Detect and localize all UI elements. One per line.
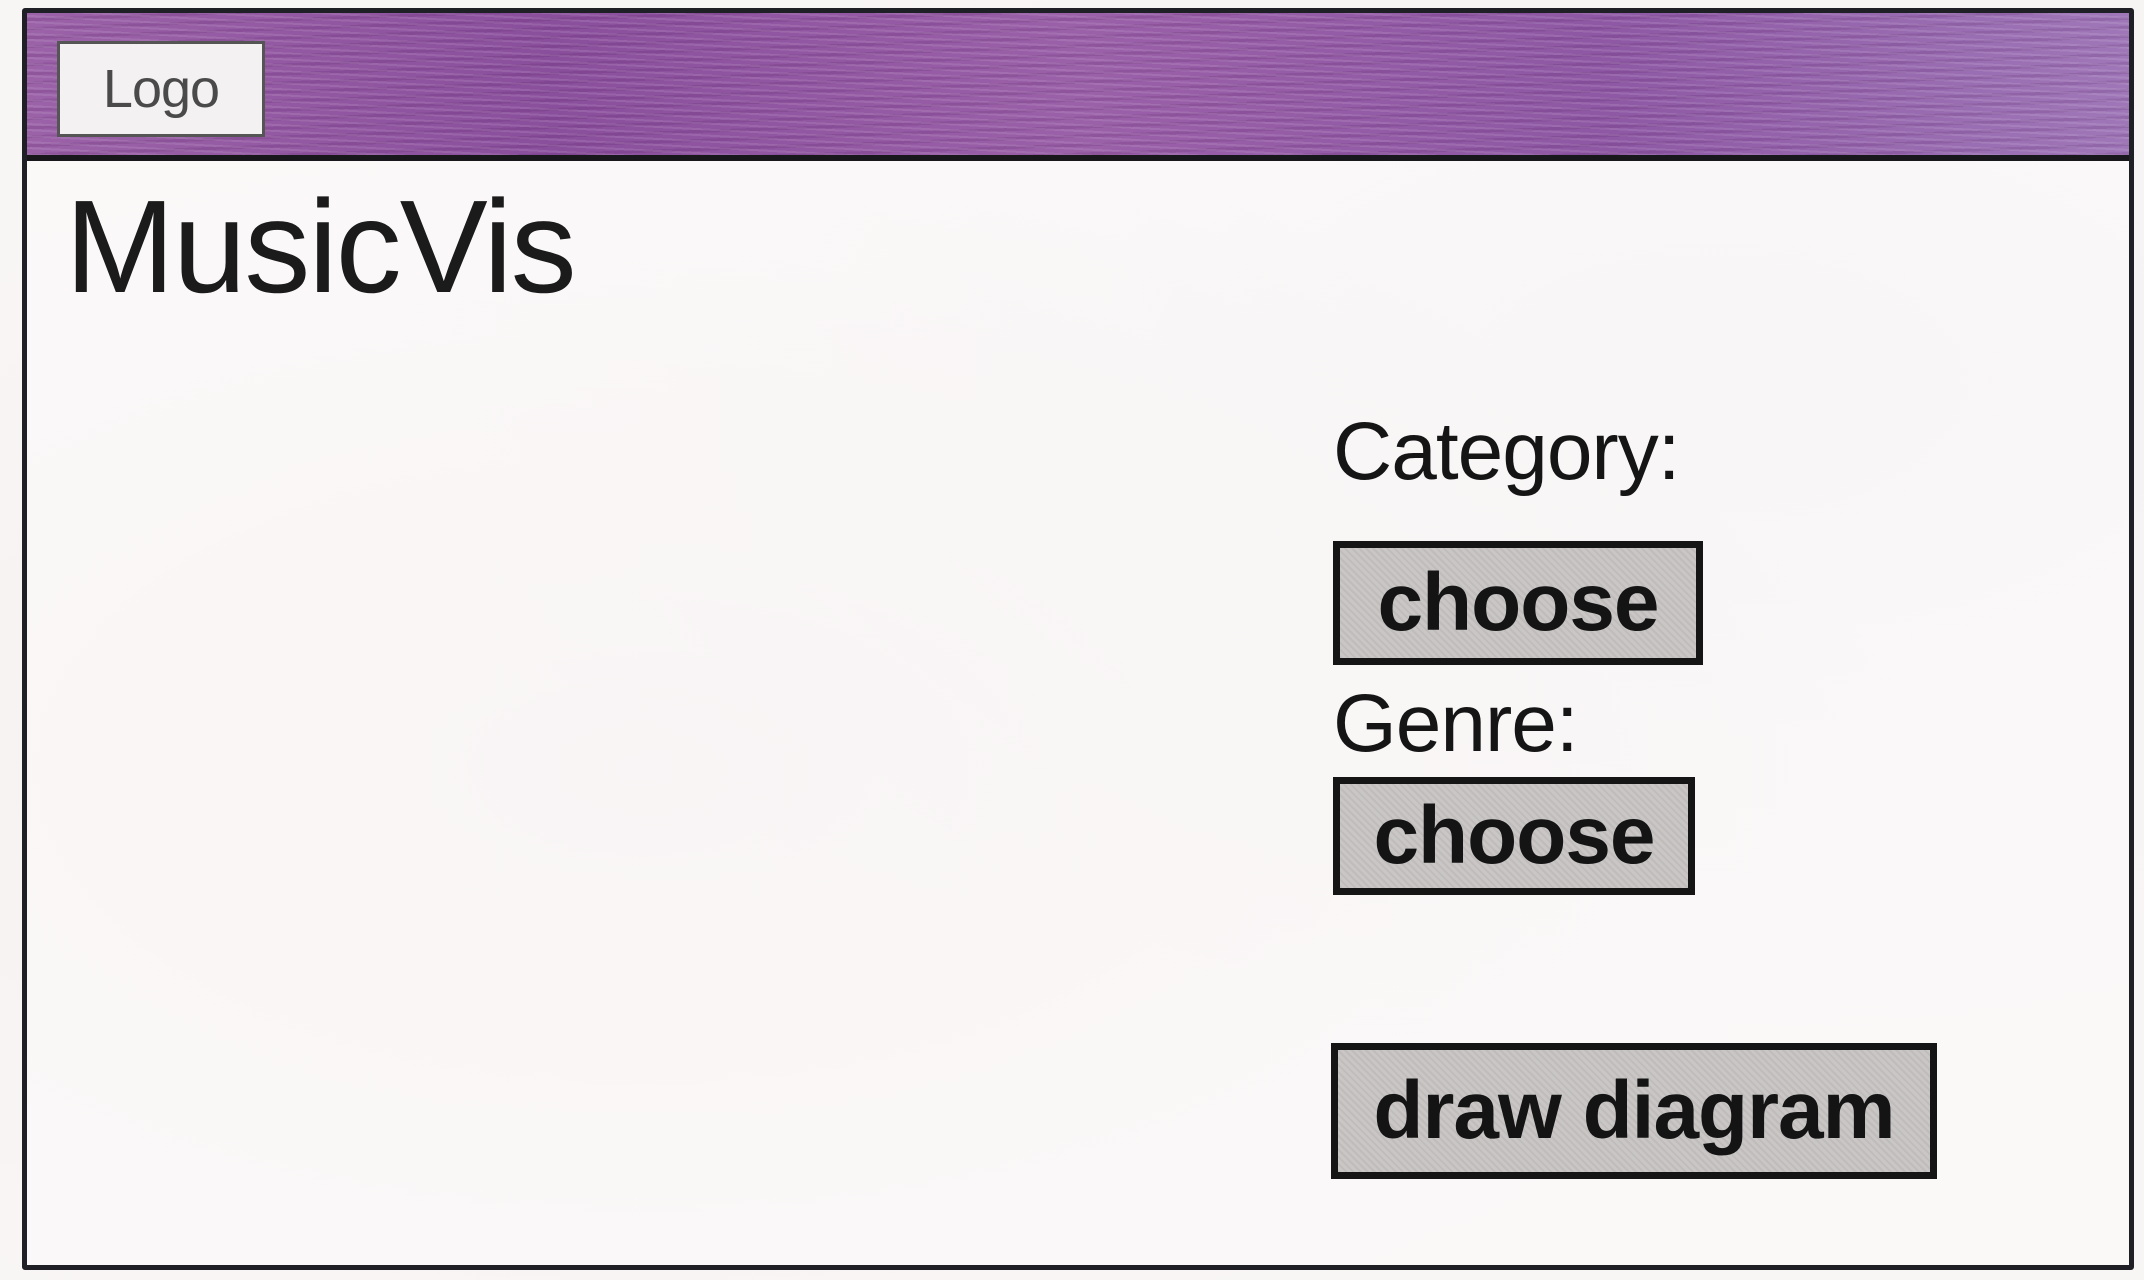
draw-diagram-button[interactable]: draw diagram xyxy=(1331,1043,1937,1179)
genre-label: Genre: xyxy=(1333,678,1579,769)
category-label: Category: xyxy=(1333,406,1681,497)
header-bar: Logo xyxy=(27,13,2129,161)
logo[interactable]: Logo xyxy=(57,41,265,137)
sketch-paper: Logo MusicVis Category: choose Genre: ch… xyxy=(0,0,2144,1280)
app-title: MusicVis xyxy=(65,173,577,320)
category-select[interactable]: choose xyxy=(1333,541,1703,665)
genre-select[interactable]: choose xyxy=(1333,777,1695,895)
app-window: Logo MusicVis Category: choose Genre: ch… xyxy=(22,8,2134,1270)
